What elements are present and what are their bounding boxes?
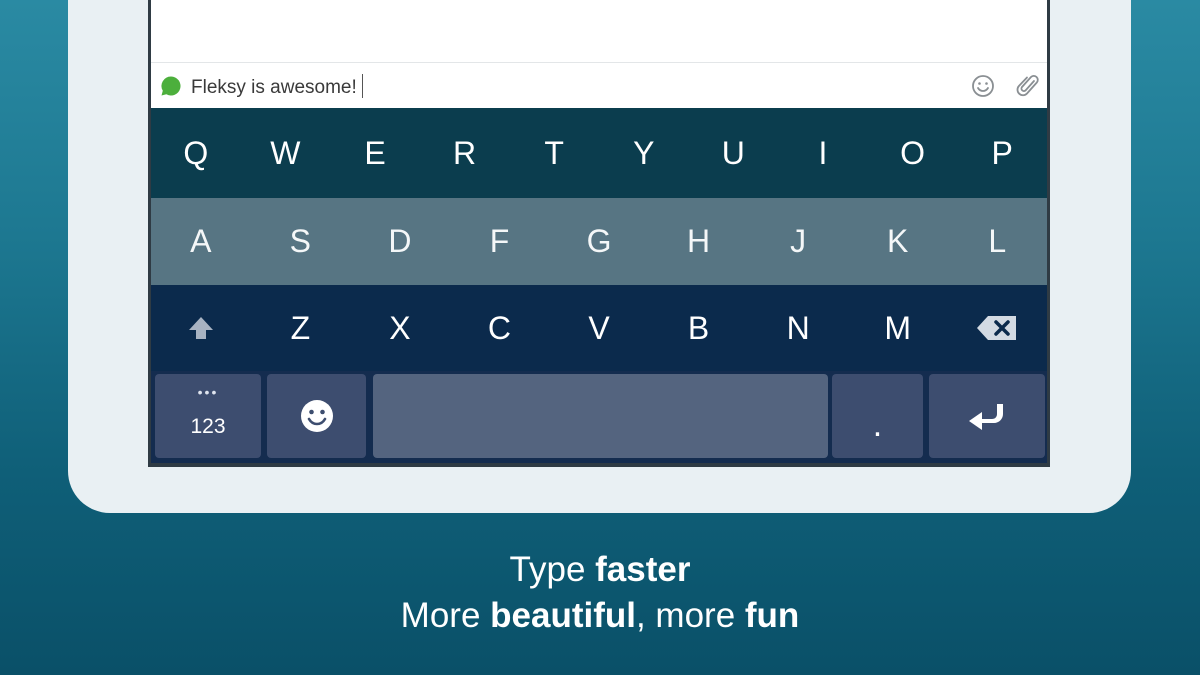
period-key[interactable]: . (832, 374, 923, 458)
key-t[interactable]: T (509, 108, 599, 198)
enter-icon (969, 404, 1003, 430)
key-l[interactable]: L (948, 198, 1048, 285)
chat-bubble-icon (161, 76, 181, 96)
key-o[interactable]: O (868, 108, 958, 198)
key-n[interactable]: N (748, 285, 848, 371)
keyboard-row-3: Z X C V B N M (151, 285, 1047, 371)
key-c[interactable]: C (450, 285, 550, 371)
backspace-icon (977, 316, 1017, 340)
emoji-key[interactable] (267, 374, 366, 458)
key-z[interactable]: Z (251, 285, 351, 371)
compose-input[interactable]: Fleksy is awesome! (191, 74, 363, 99)
tagline-line-2-text-b: , more (635, 596, 745, 635)
tagline-line-1-bold: faster (595, 550, 691, 589)
space-key[interactable] (373, 374, 828, 458)
key-x[interactable]: X (350, 285, 450, 371)
key-k[interactable]: K (848, 198, 948, 285)
device-screen: Fleksy is awesome! Q W E R T Y U I O P A… (148, 0, 1050, 467)
tagline-line-1: Type faster (0, 550, 1200, 590)
keyboard-row-4: ••• 123 . (151, 371, 1047, 463)
key-q[interactable]: Q (151, 108, 241, 198)
key-h[interactable]: H (649, 198, 749, 285)
shift-icon (188, 317, 213, 339)
key-j[interactable]: J (748, 198, 848, 285)
key-r[interactable]: R (420, 108, 510, 198)
key-e[interactable]: E (330, 108, 420, 198)
key-s[interactable]: S (251, 198, 351, 285)
smiley-icon (300, 400, 333, 432)
numbers-key[interactable]: ••• 123 (155, 374, 261, 458)
key-f[interactable]: F (450, 198, 550, 285)
message-area (151, 0, 1047, 62)
key-u[interactable]: U (689, 108, 779, 198)
key-p[interactable]: P (957, 108, 1047, 198)
shift-key[interactable] (151, 285, 251, 371)
numbers-key-dots: ••• (197, 384, 219, 400)
paperclip-icon[interactable] (1016, 73, 1040, 99)
tagline-line-2-bold-b: fun (744, 596, 800, 635)
keyboard-row-2: A S D F G H J K L (151, 198, 1047, 285)
key-b[interactable]: B (649, 285, 749, 371)
tagline-line-2-bold-a: beautiful (490, 596, 636, 635)
key-m[interactable]: M (848, 285, 948, 371)
keyboard-row-1: Q W E R T Y U I O P (151, 108, 1047, 198)
compose-input-text: Fleksy is awesome! (191, 77, 357, 98)
tagline-line-2-text-a: More (400, 596, 491, 635)
numbers-key-label: 123 (190, 415, 226, 438)
compose-bar[interactable]: Fleksy is awesome! (151, 62, 1047, 108)
emoji-icon[interactable] (971, 74, 995, 98)
backspace-key[interactable] (948, 285, 1048, 371)
key-w[interactable]: W (241, 108, 331, 198)
key-y[interactable]: Y (599, 108, 689, 198)
key-i[interactable]: I (778, 108, 868, 198)
tagline-line-1-text: Type (509, 550, 596, 589)
key-d[interactable]: D (350, 198, 450, 285)
key-a[interactable]: A (151, 198, 251, 285)
key-v[interactable]: V (549, 285, 649, 371)
keyboard: Q W E R T Y U I O P A S D F G H J K L Z … (151, 108, 1047, 463)
tagline-line-2: More beautiful, more fun (0, 596, 1200, 636)
key-g[interactable]: G (549, 198, 649, 285)
text-caret (361, 74, 363, 98)
enter-key[interactable] (929, 374, 1045, 458)
